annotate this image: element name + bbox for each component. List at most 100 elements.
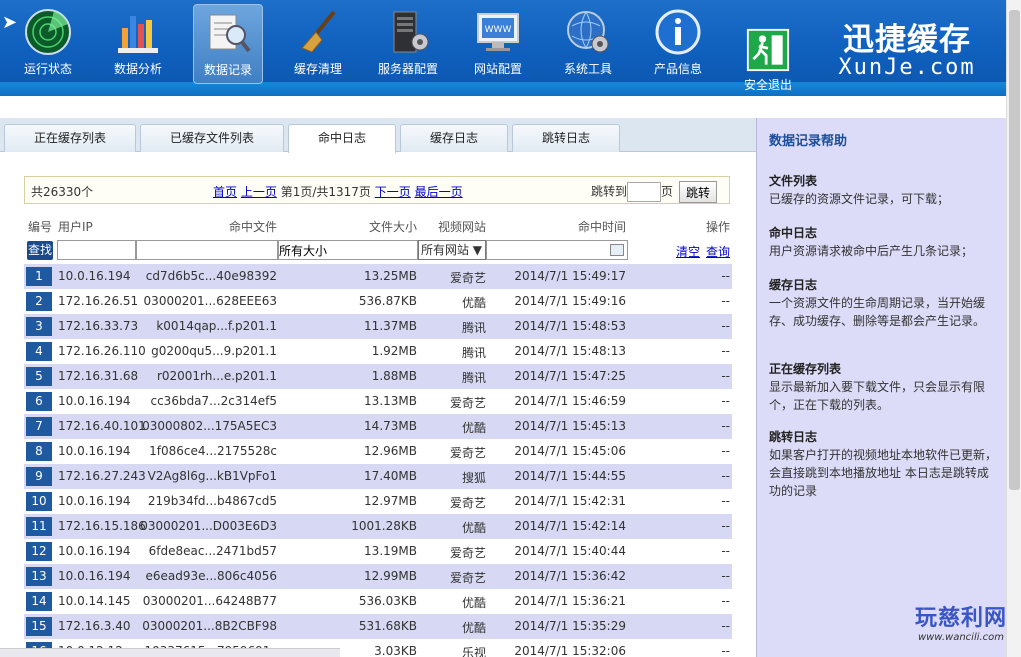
tab-caching-list[interactable]: 正在缓存列表 [4, 124, 136, 152]
chevron-down-icon: ▼ [472, 243, 482, 257]
help-title: 数据记录帮助 [769, 134, 848, 149]
row-op: -- [721, 469, 730, 483]
site-filter-value: 所有网站 [421, 243, 470, 257]
row-site: 爱奇艺 [449, 571, 486, 585]
tab-hit-log[interactable]: 命中日志 [288, 124, 396, 153]
clear-link[interactable]: 清空 [676, 243, 700, 260]
tool-data-records[interactable]: 数据记录 [193, 4, 263, 84]
row-time: 2014/7/1 15:49:16 [514, 294, 626, 308]
ip-filter-input[interactable] [57, 240, 136, 260]
table-row[interactable]: 12 10.0.16.194 6fde8eac...2471bd57 13.19MB 爱… [24, 539, 732, 564]
row-size: 11.37MB [364, 319, 417, 333]
row-time: 2014/7/1 15:44:55 [514, 469, 626, 483]
site-watermark: 玩慈利网 www.wancili.com [905, 600, 1017, 643]
row-number: 2 [26, 292, 52, 311]
table-row[interactable]: 7 172.16.40.101 03000802...175A5EC3 14.73MB… [24, 414, 732, 439]
jump-page-input[interactable] [627, 182, 662, 202]
table-row[interactable]: 3 172.16.33.73 k0014qap...f.p201.1 11.37MB 腾… [24, 314, 732, 339]
help-heading: 正在缓存列表 [769, 362, 842, 376]
row-site: 优酷 [461, 596, 486, 610]
row-site: 优酷 [461, 296, 486, 310]
col-num: 编号 [28, 220, 53, 234]
vertical-scrollbar[interactable] [1006, 0, 1021, 657]
table-row[interactable]: 2 172.16.26.51 03000201...628EEE63 536.87KB… [24, 289, 732, 314]
row-number: 11 [26, 517, 52, 536]
row-time: 2014/7/1 15:36:21 [514, 594, 626, 608]
help-heading: 命中日志 [769, 226, 818, 240]
row-ip: 10.0.16.194 [58, 569, 131, 583]
horizontal-scrollbar[interactable] [0, 648, 340, 657]
jump-button[interactable]: 跳转 [679, 181, 718, 203]
tool-product-info[interactable]: 产品信息 [643, 4, 713, 84]
table-row[interactable]: 6 10.0.16.194 cc36bda7...2c314ef5 13.13MB 爱奇… [24, 389, 732, 414]
tool-system-tools[interactable]: 系统工具 [553, 4, 623, 84]
row-op: -- [721, 319, 730, 333]
tool-cache-clean[interactable]: 缓存清理 [283, 4, 353, 84]
row-size: 536.87KB [358, 294, 417, 308]
row-ip: 172.16.40.101 [58, 419, 146, 433]
row-time: 2014/7/1 15:45:06 [514, 444, 626, 458]
row-number: 15 [26, 617, 52, 636]
table-row[interactable]: 14 10.0.14.145 03000201...64248B77 536.03KB… [24, 589, 732, 614]
row-ip: 172.16.33.73 [58, 319, 139, 333]
site-filter-select[interactable]: 所有网站 ▼ [418, 240, 486, 260]
row-ip: 10.0.16.194 [58, 269, 131, 283]
table-row[interactable]: 8 10.0.16.194 1f086ce4...2175528c 12.96MB 爱奇… [24, 439, 732, 464]
row-time: 2014/7/1 15:46:59 [514, 394, 626, 408]
row-site: 优酷 [461, 421, 486, 435]
file-search-icon [209, 14, 251, 53]
pagination-bar: 共26330个 首页 上一页 第1页/共1317页 下一页 最后一页 跳转到 页跳… [24, 176, 730, 204]
tool-label: 系统工具 [563, 62, 612, 76]
row-op: -- [721, 344, 730, 358]
table-row[interactable]: 1 10.0.16.194 cd7d6b5c...40e98392 13.25MB 爱奇… [24, 264, 732, 289]
row-site: 腾讯 [461, 346, 486, 360]
row-site: 爱奇艺 [449, 546, 486, 560]
first-page-link[interactable]: 首页 [213, 185, 237, 199]
row-file: r02001rh...e.p201.1 [156, 369, 277, 383]
row-time: 2014/7/1 15:32:06 [514, 644, 626, 657]
row-size: 536.03KB [358, 594, 417, 608]
row-size: 531.68KB [358, 619, 417, 633]
row-size: 12.97MB [364, 494, 417, 508]
table-row[interactable]: 9 172.16.27.243 V2Ag8l6g...kB1VpFo1 17.40MB… [24, 464, 732, 489]
tool-site-config[interactable]: WWW 网站配置 [463, 4, 533, 84]
row-file: k0014qap...f.p201.1 [156, 319, 277, 333]
calendar-icon[interactable] [610, 244, 624, 256]
table-row[interactable]: 15 172.16.3.40 03000201...8B2CBF98 531.68KB… [24, 614, 732, 639]
file-filter-input[interactable] [136, 240, 278, 260]
tool-safe-exit[interactable]: 安全退出 [733, 24, 803, 104]
row-number: 5 [26, 367, 52, 386]
tab-cache-log[interactable]: 缓存日志 [400, 124, 508, 152]
page-status: 第1页/共1317页 [280, 185, 371, 199]
prev-page-link[interactable]: 上一页 [241, 185, 277, 199]
table-row[interactable]: 5 172.16.31.68 r02001rh...e.p201.1 1.88MB 腾讯… [24, 364, 732, 389]
query-link[interactable]: 查询 [706, 243, 730, 260]
table-row[interactable]: 10 10.0.16.194 219b34fd...b4867cd5 12.97MB 爱… [24, 489, 732, 514]
tool-run-status[interactable]: 运行状态 [13, 4, 83, 84]
tab-cached-files[interactable]: 已缓存文件列表 [140, 124, 284, 152]
help-heading: 缓存日志 [769, 278, 818, 292]
tool-data-analysis[interactable]: 数据分析 [103, 4, 173, 84]
time-filter-input[interactable] [486, 240, 628, 260]
tool-server-config[interactable]: 服务器配置 [373, 4, 443, 84]
help-heading: 文件列表 [769, 174, 818, 188]
table-row[interactable]: 11 172.16.15.186 03000201...D003E6D3 1001.2… [24, 514, 732, 539]
help-text: 如果客户打开的视频地址本地软件已更新，会直接跳到本地播放地址 本日志是跳转成功的… [769, 448, 998, 498]
scrollbar-thumb[interactable] [1009, 10, 1020, 490]
col-op: 操作 [705, 220, 730, 234]
tool-label: 网站配置 [473, 62, 522, 76]
table-row[interactable]: 13 10.0.16.194 e6ead93e...806c4056 12.99MB 爱… [24, 564, 732, 589]
row-number: 14 [26, 592, 52, 611]
row-number: 1 [26, 267, 52, 286]
last-page-link[interactable]: 最后一页 [415, 185, 463, 199]
next-page-link[interactable]: 下一页 [375, 185, 411, 199]
tool-label: 安全退出 [743, 78, 792, 92]
size-filter-input[interactable] [278, 240, 418, 260]
row-ip: 172.16.27.243 [58, 469, 146, 483]
row-time: 2014/7/1 15:48:13 [514, 344, 626, 358]
search-button[interactable]: 查找 [27, 241, 53, 260]
row-site: 爱奇艺 [449, 396, 486, 410]
table-row[interactable]: 4 172.16.26.110 g0200qu5...9.p201.1 1.92MB 腾… [24, 339, 732, 364]
tab-redirect-log[interactable]: 跳转日志 [512, 124, 620, 152]
row-time: 2014/7/1 15:48:53 [514, 319, 626, 333]
